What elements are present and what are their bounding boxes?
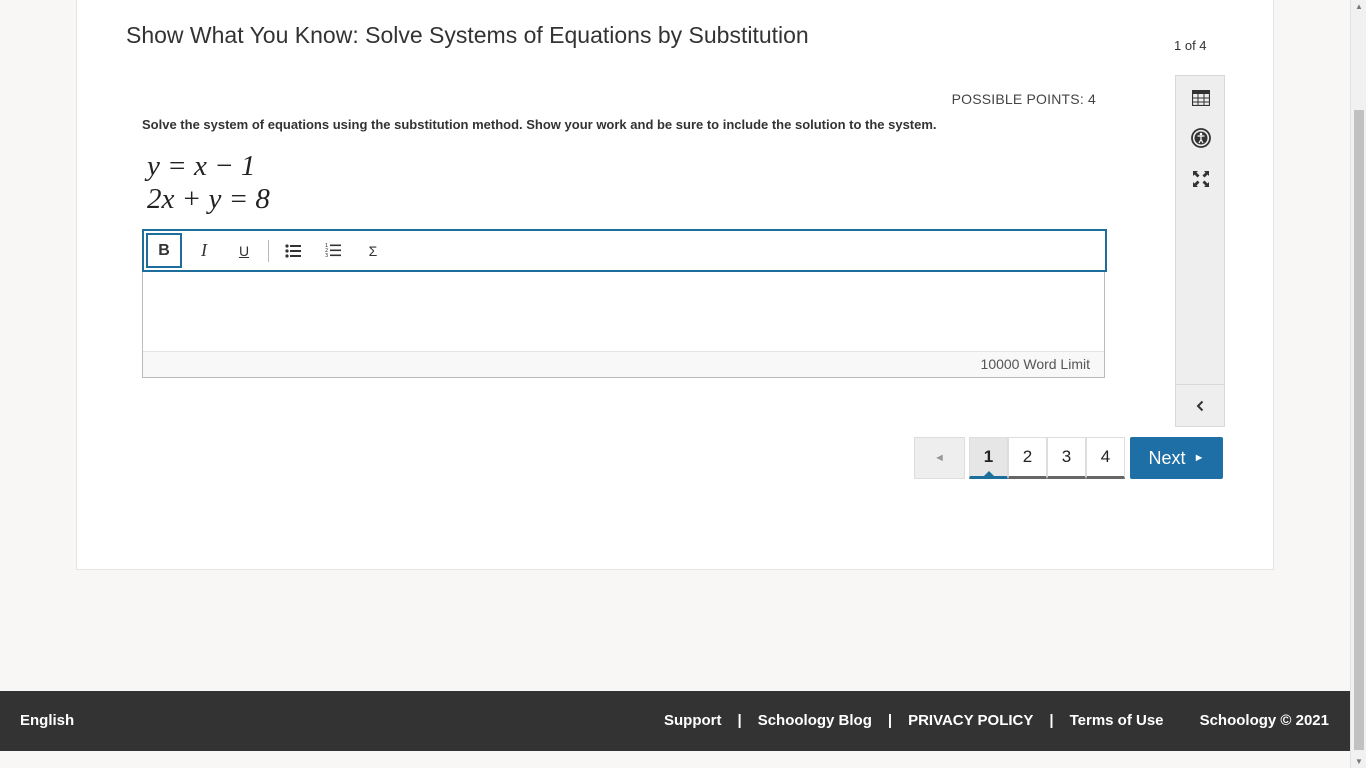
collapse-tools-button[interactable] xyxy=(1176,384,1224,426)
equation-editor-button[interactable]: Σ xyxy=(355,233,391,268)
next-button[interactable]: Next ► xyxy=(1130,437,1223,479)
bulleted-list-button[interactable] xyxy=(275,233,311,268)
schoology-blog-link[interactable]: Schoology Blog xyxy=(758,712,872,729)
italic-button[interactable]: I xyxy=(186,233,222,268)
scroll-up-icon[interactable]: ▲ xyxy=(1355,2,1363,11)
page-button-3[interactable]: 3 xyxy=(1047,437,1086,479)
scroll-thumb[interactable] xyxy=(1354,110,1364,750)
side-tools-panel xyxy=(1175,75,1225,427)
next-label: Next xyxy=(1148,447,1186,468)
editor-toolbar: B I U 1 2 3 Σ xyxy=(142,229,1107,272)
privacy-policy-link[interactable]: PRIVACY POLICY xyxy=(908,712,1033,729)
language-selector[interactable]: English xyxy=(20,712,74,729)
underline-button[interactable]: U xyxy=(226,233,262,268)
site-footer: English Support | Schoology Blog | PRIVA… xyxy=(0,691,1350,751)
previous-button[interactable]: ◄ xyxy=(914,437,965,479)
svg-text:3: 3 xyxy=(325,253,328,258)
scroll-down-icon[interactable]: ▼ xyxy=(1355,757,1363,766)
next-arrow-icon: ► xyxy=(1193,452,1205,464)
equation-image: y = x − 1 2x + y = 8 xyxy=(147,150,270,216)
question-prompt: Solve the system of equations using the … xyxy=(142,117,937,132)
bulleted-list-icon xyxy=(285,243,301,258)
question-counter: 1 of 4 xyxy=(1174,38,1207,53)
calculator-icon xyxy=(1192,90,1210,106)
answer-text-area[interactable] xyxy=(143,272,1104,352)
terms-of-use-link[interactable]: Terms of Use xyxy=(1070,712,1164,729)
page-button-2[interactable]: 2 xyxy=(1008,437,1047,479)
fullscreen-button[interactable] xyxy=(1190,168,1212,190)
copyright: Schoology © 2021 xyxy=(1199,712,1329,729)
page-title: Show What You Know: Solve Systems of Equ… xyxy=(126,22,809,48)
footer-links: Support | Schoology Blog | PRIVACY POLIC… xyxy=(664,712,1164,729)
accessibility-button[interactable] xyxy=(1190,127,1212,149)
question-pager: ◄ 1 2 3 4 Next ► xyxy=(914,437,1223,479)
calculator-button[interactable] xyxy=(1190,87,1212,109)
footer-separator: | xyxy=(737,712,742,729)
footer-separator: | xyxy=(887,712,893,729)
answer-editor: B I U 1 2 3 Σ 10000 Word Limit xyxy=(142,229,1107,378)
footer-separator: | xyxy=(1049,712,1054,729)
support-link[interactable]: Support xyxy=(664,712,722,729)
fullscreen-icon xyxy=(1193,171,1209,187)
collapse-chevron-icon xyxy=(1196,400,1204,411)
equation-line-1: y = x − 1 xyxy=(147,150,256,182)
page-scrollbar[interactable]: ▲ ▼ xyxy=(1350,0,1366,768)
equation-line-2: 2x + y = 8 xyxy=(147,183,270,215)
possible-points: POSSIBLE POINTS: 4 xyxy=(951,91,1096,107)
bold-button[interactable]: B xyxy=(146,233,182,268)
toolbar-divider xyxy=(268,239,269,262)
accessibility-icon xyxy=(1191,128,1211,148)
word-limit: 10000 Word Limit xyxy=(143,351,1104,377)
numbered-list-button[interactable]: 1 2 3 xyxy=(315,233,351,268)
numbered-list-icon: 1 2 3 xyxy=(325,243,341,258)
page-button-1[interactable]: 1 xyxy=(969,437,1008,479)
assessment-card: Show What You Know: Solve Systems of Equ… xyxy=(76,0,1274,570)
page-button-4[interactable]: 4 xyxy=(1086,437,1125,479)
